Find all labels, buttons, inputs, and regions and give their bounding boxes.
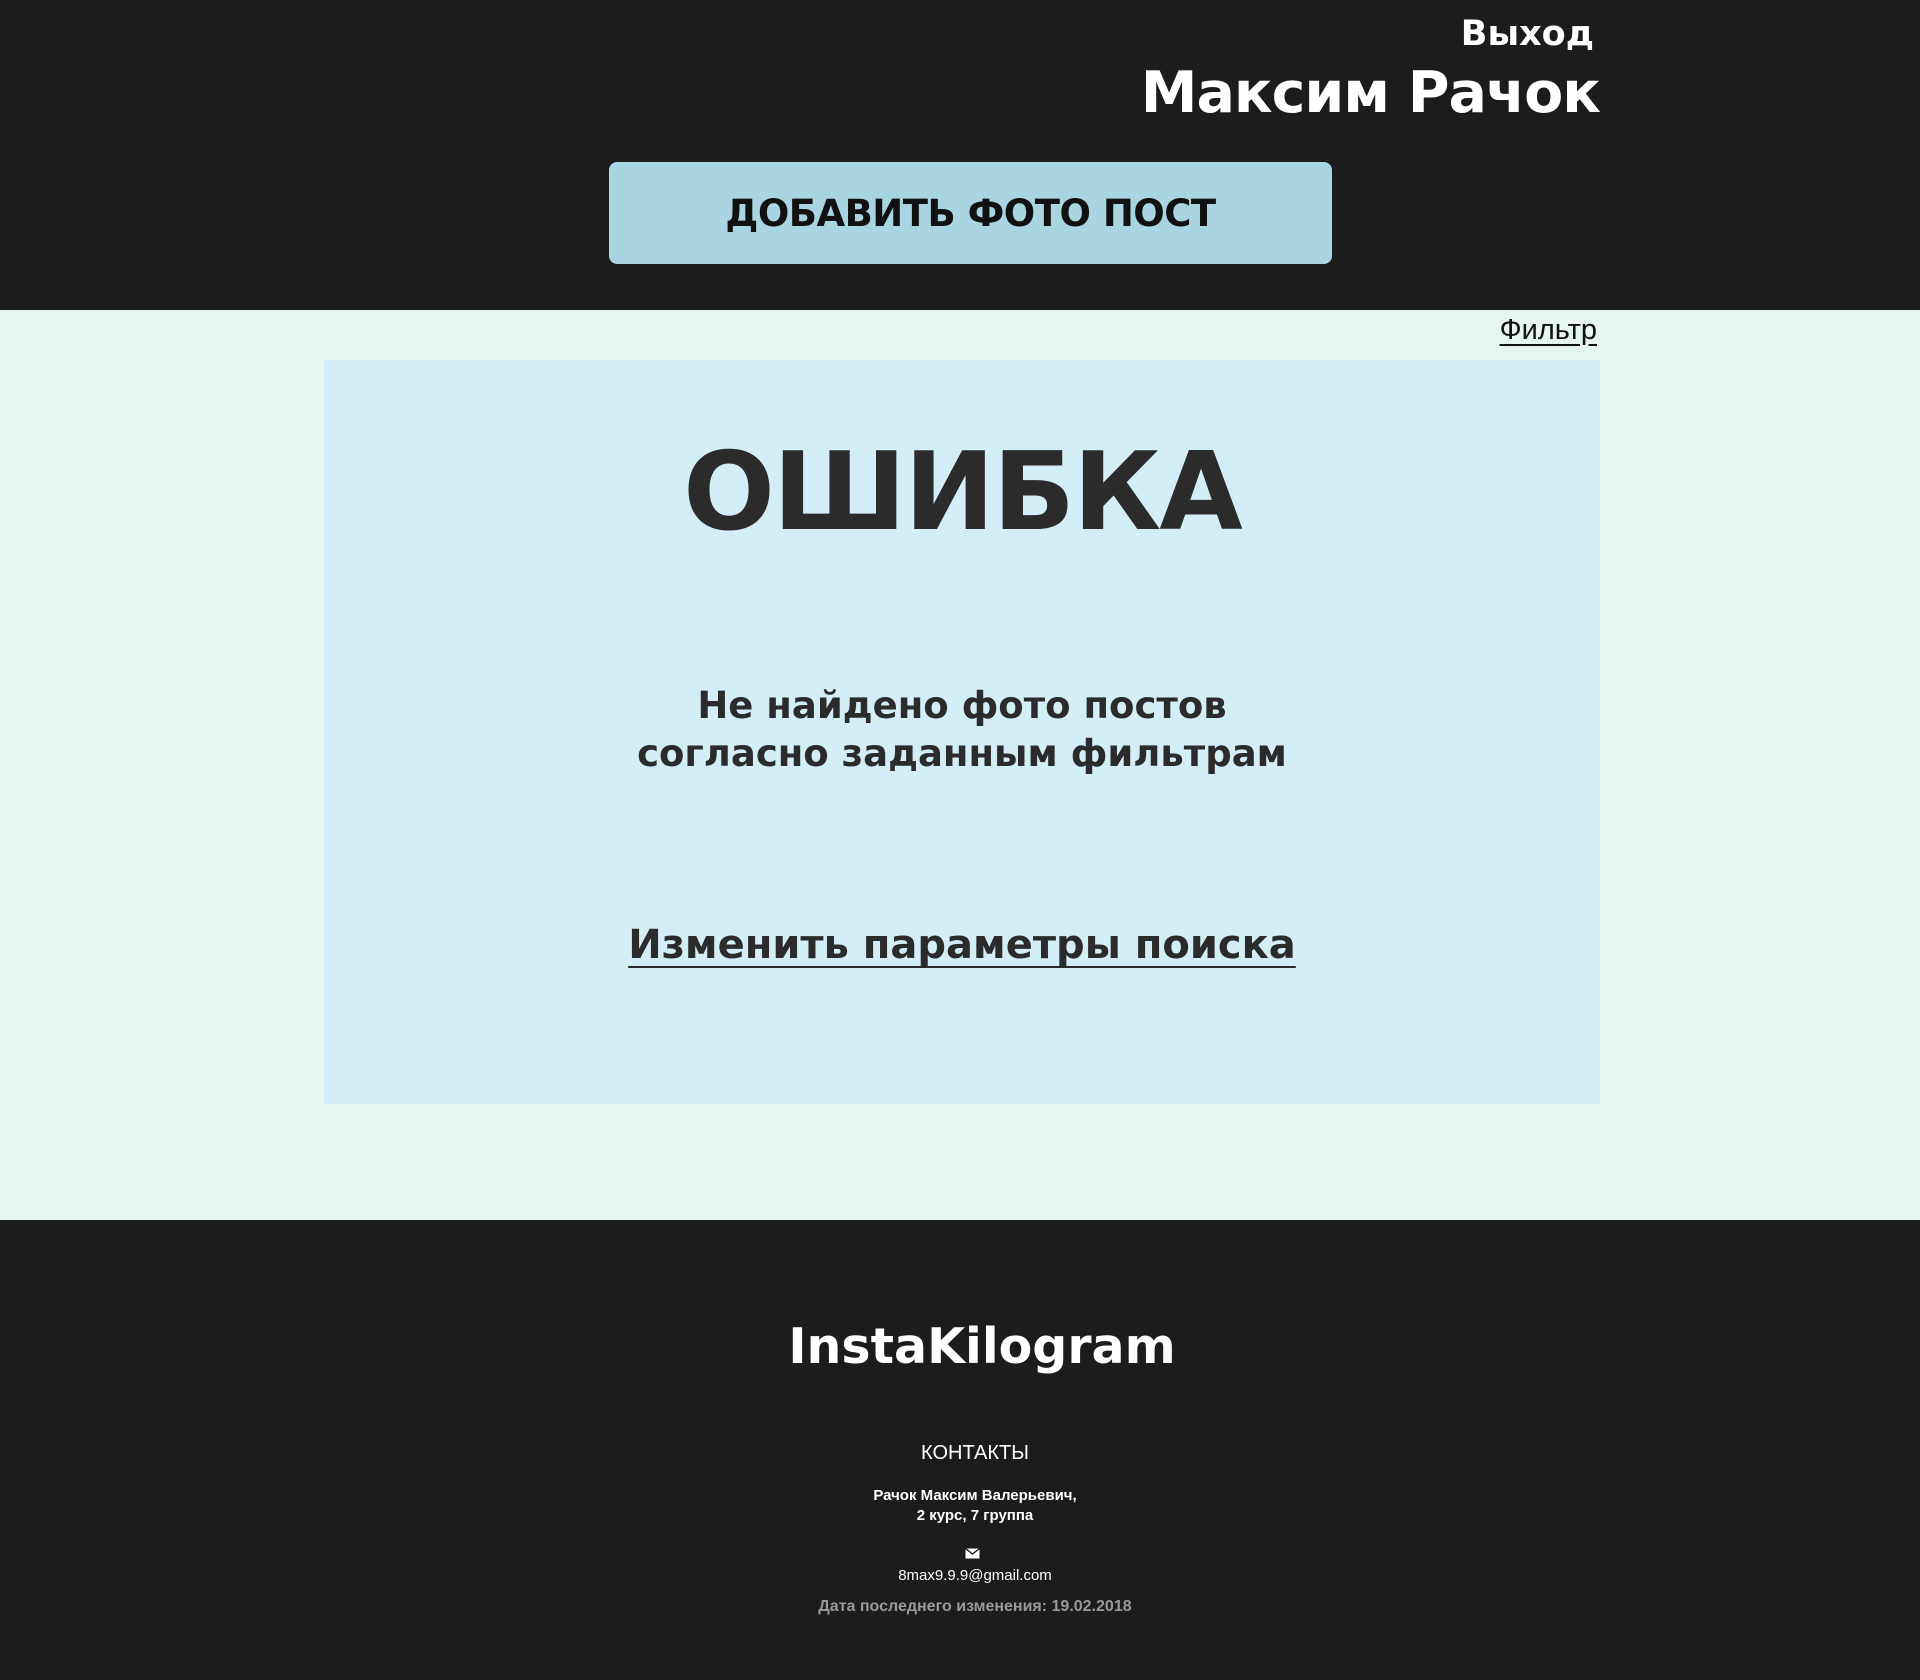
page-header: Выход Максим Рачок ДОБАВИТЬ ФОТО ПОСТ <box>0 0 1920 310</box>
change-search-link[interactable]: Изменить параметры поиска <box>324 922 1600 968</box>
contact-email[interactable]: 8max9.9.9@gmail.com <box>0 1567 1920 1584</box>
contact-person-line: Рачок Максим Валерьевич, <box>873 1487 1077 1504</box>
contacts-heading: КОНТАКТЫ <box>921 1442 1029 1464</box>
error-title: ОШИБКА <box>683 430 1243 555</box>
username: Максим Рачок <box>1140 60 1601 126</box>
main-content: Фильтр ОШИБКА Не найдено фото постов сог… <box>0 310 1920 1220</box>
contact-person: Рачок Максим Валерьевич, 2 курс, 7 групп… <box>0 1486 1920 1526</box>
brand-logo: InstaKilogram <box>788 1318 1176 1375</box>
page-footer: InstaKilogram КОНТАКТЫ Рачок Максим Вале… <box>0 1220 1920 1680</box>
error-message: Не найдено фото постов согласно заданным… <box>324 682 1600 778</box>
envelope-icon <box>965 1548 980 1559</box>
error-message-line: согласно заданным фильтрам <box>637 732 1287 775</box>
error-card: ОШИБКА Не найдено фото постов согласно з… <box>324 360 1600 1104</box>
last-modified: Дата последнего изменения: 19.02.2018 <box>818 1598 1132 1615</box>
error-message-line: Не найдено фото постов <box>697 684 1227 727</box>
logout-link[interactable]: Выход <box>1461 14 1594 54</box>
add-photo-post-button[interactable]: ДОБАВИТЬ ФОТО ПОСТ <box>609 162 1332 264</box>
filter-link[interactable]: Фильтр <box>1500 314 1597 347</box>
contact-person-line: 2 курс, 7 группа <box>916 1507 1034 1524</box>
